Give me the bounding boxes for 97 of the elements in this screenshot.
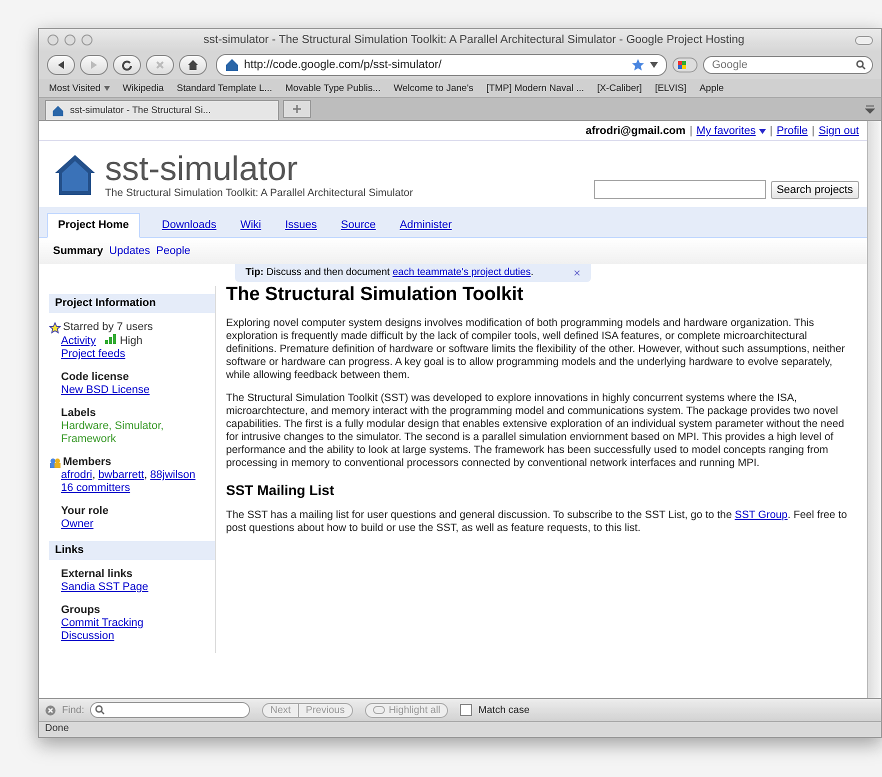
activity-level: High (120, 335, 142, 347)
back-button[interactable] (47, 55, 75, 75)
bookmark-item[interactable]: [TMP] Modern Naval ... (486, 82, 584, 94)
close-icon[interactable] (45, 704, 56, 716)
sub-tab[interactable]: Updates (109, 245, 150, 257)
search-field[interactable]: Google (703, 56, 873, 74)
search-engine-icon[interactable] (672, 57, 698, 73)
section-title: Your role (61, 505, 110, 518)
external-link[interactable]: Discussion (61, 630, 114, 643)
external-link[interactable]: Commit Tracking (61, 617, 144, 630)
user-link[interactable]: Profile (776, 125, 808, 137)
tip-text: Tip: Discuss and then document each teammate's project duties. (245, 267, 534, 279)
bookmark-star-icon[interactable] (631, 58, 645, 72)
star-icon (49, 322, 61, 334)
project-search-field[interactable] (594, 180, 766, 199)
user-link[interactable]: Sign out (818, 125, 859, 137)
project-summary: The Structural Simulation Toolkit: A Parallel Architectural Simulator (105, 187, 414, 199)
separator: | (690, 125, 692, 137)
description-paragraph: The Structural Simulation Toolkit (SST) was developed to explore innovations in highly concurrent systems where the ISA, microarchtecture, and memory interact with the programming model and communications system. The package provides two novel capabilities. The first is a fully modular design that enables extensive exploration of an individual system parameter without the need for intrusive changes to the simulator. The second is a parallel simulation enviornment based on MPI. This provides a high level of performance and the ability to look at large systems. The framework has been successfully used to model concepts ranging from processing in memory to conventional processors connected by conventional network interfaces and running MPI. (226, 392, 846, 470)
separator: , (92, 469, 96, 481)
section-title: External links (61, 568, 134, 581)
description-paragraph: Exploring novel computer system designs involves modification of both programming models and hardware organization. This exploration is frequently made difficult by the lack of compiler tools, well defined ISA features, or complete microarchitectural definitions. Premature definition of hardware or software limits the flexibility of the other. However, without such assumptions, neither software or hardware can progress. A key goal is to allow programming models and the underlying hardware to evolve separately, while allowing feedback between them. (226, 317, 846, 382)
house-logo-icon (53, 153, 97, 197)
section-title: Members (63, 456, 112, 469)
window-title: sst-simulator - The Structural Simulation Toolkit: A Parallel Architectural Simulator - Google Project Hosting (202, 34, 746, 46)
nav-tab[interactable]: Source (338, 215, 378, 237)
mailing-list-paragraph: The SST has a mailing list for user questions and general discussion. To subscribe to the SST List, go to the SST Group. Feel free to post questions about how to build or use the SST, as well as feature requests, to this list. (226, 509, 848, 535)
nav-tab[interactable]: Wiki (238, 215, 264, 237)
browser-tab[interactable]: sst-simulator - The Structural Si... (45, 100, 279, 120)
member-link[interactable]: bwbarrett (98, 469, 144, 482)
match-case-label: Match case (478, 704, 530, 716)
section-title: Groups (61, 604, 102, 617)
tip-link[interactable]: each teammate's project duties (392, 267, 531, 278)
find-field[interactable] (90, 702, 250, 718)
address-bar[interactable]: http://code.google.com/p/sst-simulator/ (216, 54, 667, 76)
pill-icon (372, 706, 385, 714)
section-title: Labels (61, 407, 97, 420)
bookmark-item[interactable]: [ELVIS] (654, 82, 686, 94)
nav-tab[interactable]: Project Home (47, 213, 140, 238)
activity-bars-icon (104, 334, 118, 344)
section-title: Code license (61, 371, 130, 384)
separator: | (812, 125, 815, 137)
find-label: Find: (62, 704, 84, 716)
feeds-link[interactable]: Project feeds (61, 348, 126, 361)
dropdown-caret-icon (758, 128, 766, 134)
separator: , (144, 469, 148, 481)
member-link[interactable]: afrodri (61, 469, 92, 482)
section-heading: SST Mailing List (226, 484, 336, 497)
bookmark-item[interactable]: Apple (699, 82, 724, 94)
bookmark-item[interactable]: Welcome to Jane's (394, 82, 474, 94)
new-tab-icon[interactable] (283, 100, 311, 118)
page-heading: The Structural Simulation Toolkit (226, 288, 524, 301)
site-icon (52, 104, 64, 116)
home-button[interactable] (179, 55, 207, 75)
dropdown-caret-icon (104, 86, 110, 90)
scrollbar[interactable] (867, 121, 881, 698)
nav-tab[interactable]: Issues (283, 215, 319, 237)
close-tip-button[interactable]: × (573, 267, 580, 279)
tab-list-icon[interactable] (865, 104, 875, 114)
committers-link[interactable]: 16 committers (61, 482, 130, 495)
user-email: afrodri@gmail.com (586, 125, 686, 137)
bookmark-item[interactable]: Most Visited (49, 82, 110, 94)
activity-link[interactable]: Activity (61, 335, 96, 348)
search-icon (856, 60, 866, 70)
group-link[interactable]: SST Group (734, 509, 788, 521)
sub-tab[interactable]: Summary (53, 245, 104, 257)
section-heading: Project Information (49, 294, 215, 313)
bookmark-item[interactable]: Standard Template L... (176, 82, 272, 94)
members-icon (49, 458, 61, 468)
home-icon (187, 59, 199, 71)
section-heading: Links (49, 541, 215, 560)
nav-tab[interactable]: Downloads (160, 215, 218, 237)
bookmark-item[interactable]: Wikipedia (122, 82, 164, 94)
project-name: sst-simulator (105, 151, 299, 187)
reload-icon (121, 59, 133, 71)
search-projects-button[interactable]: Search projects (770, 180, 859, 198)
external-link[interactable]: Sandia SST Page (61, 581, 148, 594)
dropdown-caret-icon[interactable] (650, 62, 658, 68)
project-labels[interactable]: Hardware, Simulator, Framework (61, 420, 215, 446)
reload-button[interactable] (113, 55, 141, 75)
toolbar-toggle-icon[interactable] (855, 36, 873, 44)
separator: | (770, 125, 773, 137)
nav-tab[interactable]: Administer (398, 215, 454, 237)
stop-icon (154, 59, 166, 71)
bookmark-item[interactable]: Movable Type Publis... (285, 82, 381, 94)
sub-tab[interactable]: People (156, 245, 190, 257)
role-link[interactable]: Owner (61, 518, 94, 531)
license-link[interactable]: New BSD License (61, 384, 150, 397)
search-icon (95, 705, 106, 715)
bookmark-item[interactable]: [X-Caliber] (597, 82, 642, 94)
starred-count: Starred by 7 users (63, 321, 153, 334)
status-text: Done (39, 721, 881, 737)
member-link[interactable]: 88jwilson (150, 469, 196, 482)
match-case-checkbox[interactable] (460, 704, 472, 716)
user-link[interactable]: My favorites (696, 125, 766, 137)
window-controls-icon[interactable] (47, 34, 93, 46)
site-icon (225, 58, 239, 72)
